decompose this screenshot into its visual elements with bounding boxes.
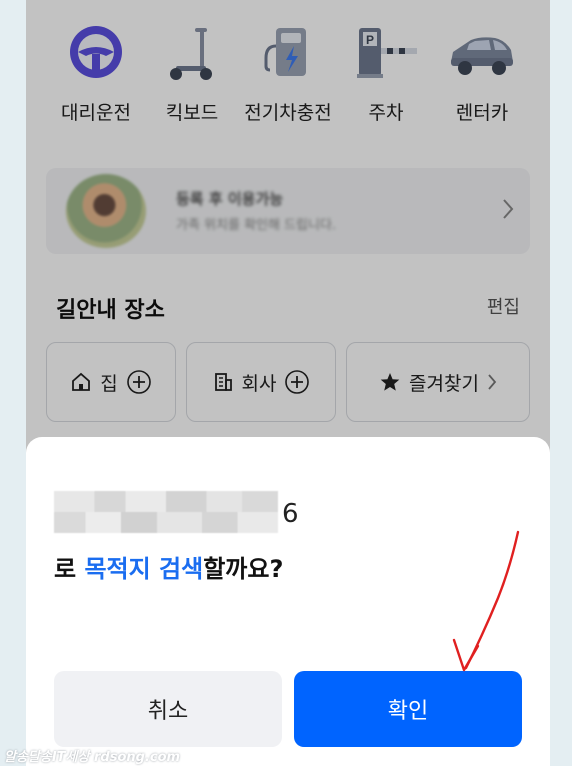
question-highlight: 목적지 검색 — [84, 555, 204, 583]
confirm-question: 로 목적지 검색할까요? — [54, 549, 283, 584]
question-suffix: 할까요? — [203, 555, 284, 583]
confirm-button[interactable]: 확인 — [294, 671, 522, 747]
destination-confirm-sheet: 6 로 목적지 검색할까요? 취소 확인 — [26, 437, 550, 766]
watermark: 알송달송IT세상 rdsong.com — [4, 750, 181, 765]
address-suffix: 6 — [282, 499, 299, 529]
blurred-address — [54, 491, 278, 533]
app-screen: 대리운전 킥보드 전기차충전 P 주차 렌터카 등록 후 이용가능 가족 위치를… — [26, 0, 550, 766]
left-background-strip — [0, 0, 26, 766]
question-prefix: 로 — [54, 555, 85, 583]
right-background-strip — [550, 0, 572, 766]
cancel-button[interactable]: 취소 — [54, 671, 282, 747]
